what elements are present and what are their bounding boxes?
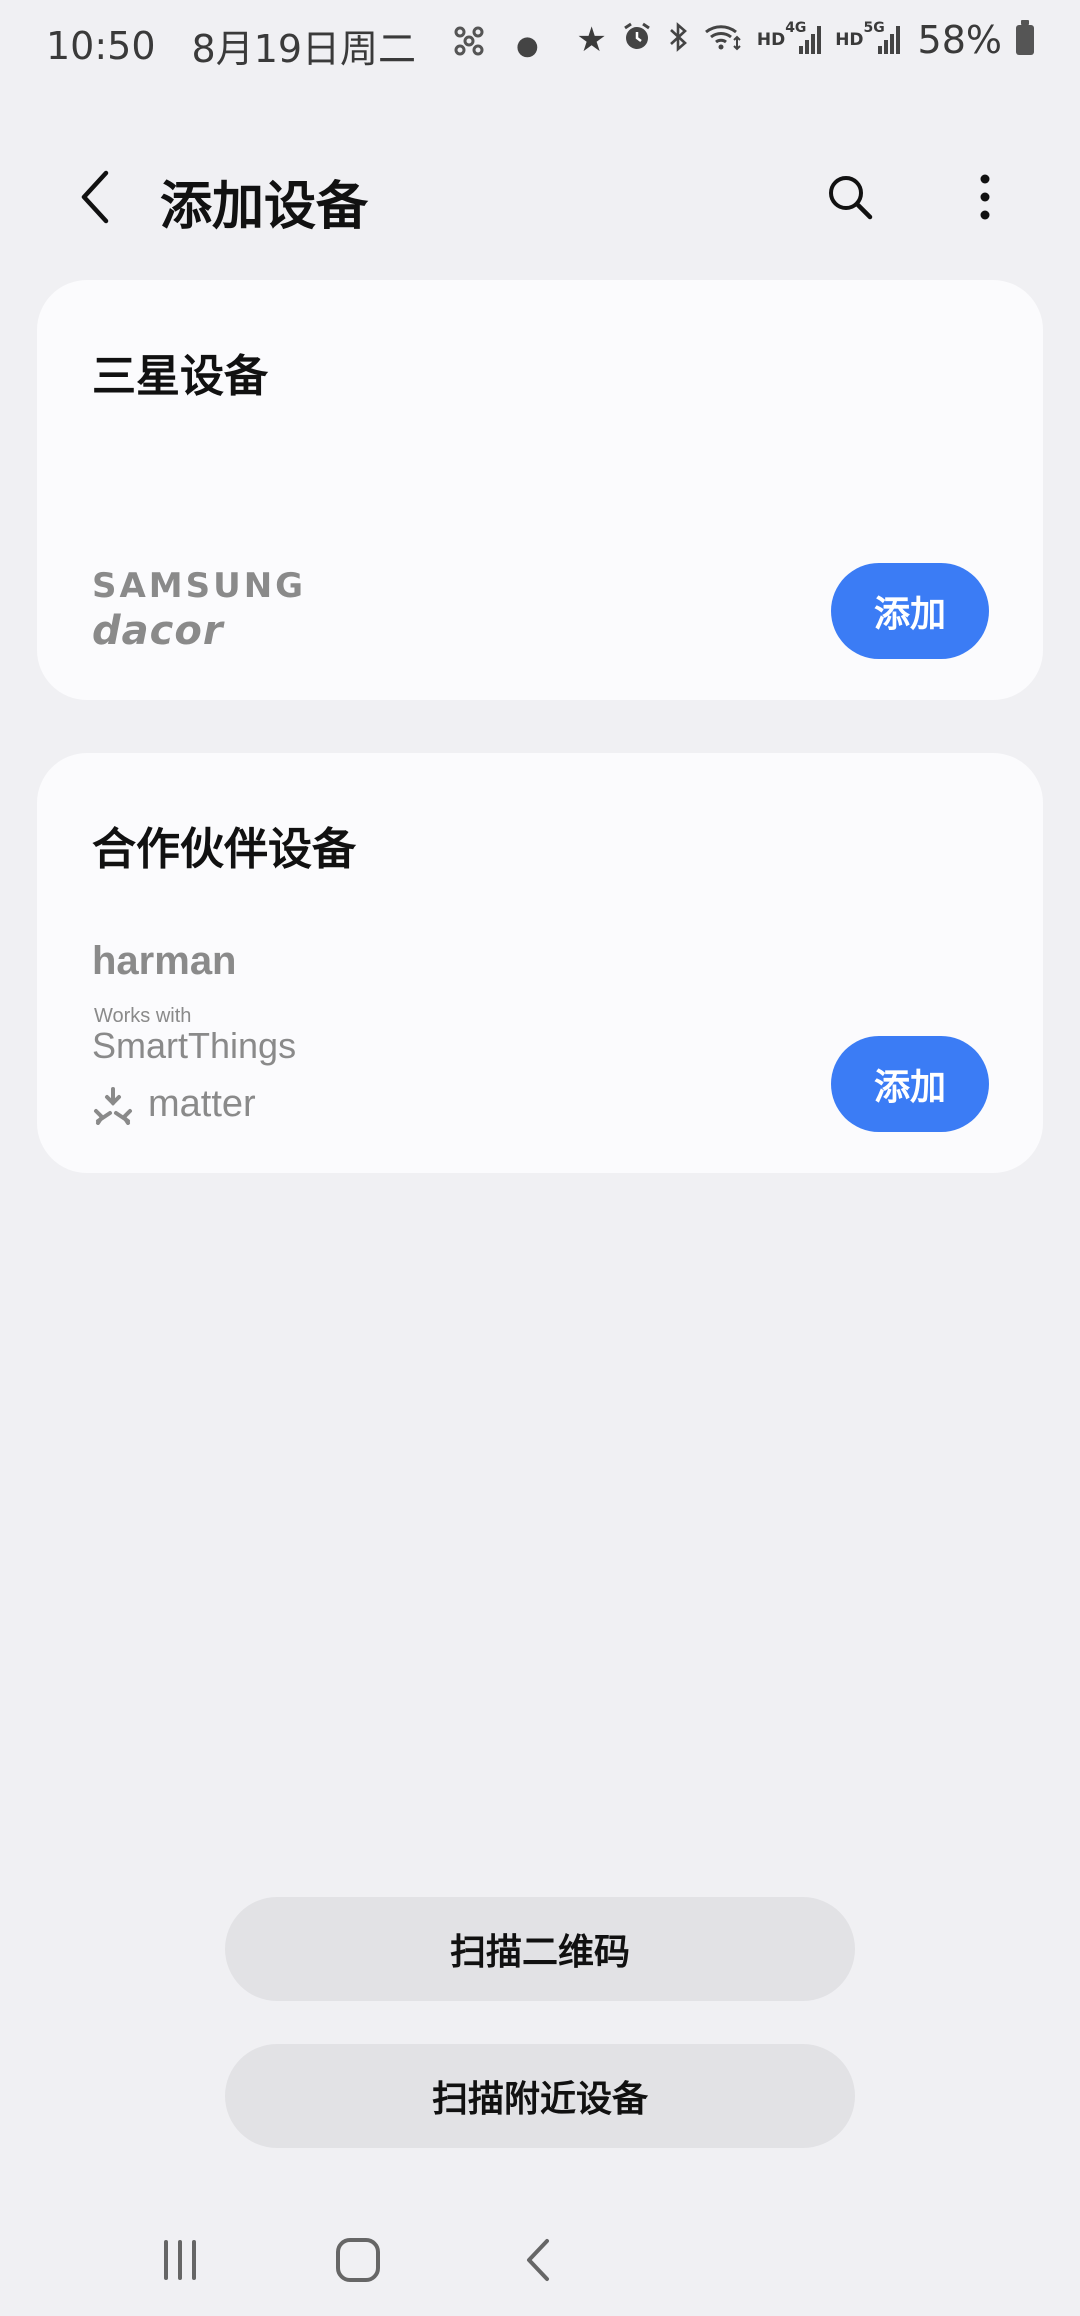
status-left: 10:50 8月19日周二 ●	[46, 18, 539, 73]
recent-apps-button[interactable]	[150, 2230, 210, 2290]
card-title-partner: 合作伙伴设备	[92, 824, 356, 875]
app-header: 添加设备	[0, 140, 1080, 250]
recent-apps-icon	[164, 2240, 196, 2280]
network-4g-label: 4G	[785, 20, 807, 36]
search-button[interactable]	[815, 162, 885, 232]
search-icon	[829, 176, 873, 220]
home-icon	[336, 2238, 380, 2282]
scan-qr-code-button[interactable]: 扫描二维码	[225, 1897, 855, 2001]
home-button[interactable]	[328, 2230, 388, 2290]
matter-logo: matter	[92, 1083, 256, 1126]
battery-icon	[1016, 20, 1034, 55]
hd-icon-2: HD	[835, 30, 864, 50]
alarm-icon	[621, 21, 653, 59]
battery-percent: 58%	[917, 18, 1002, 62]
samsung-logo: SAMSUNG	[92, 566, 307, 606]
network-5g-label: 5G	[863, 20, 885, 36]
bluetooth-icon	[667, 21, 689, 59]
status-date: 8月19日周二	[191, 27, 417, 71]
harman-logo: harman	[92, 939, 237, 983]
star-icon: ★	[576, 20, 607, 60]
dot-icon: ●	[516, 30, 539, 61]
wifi-icon	[703, 21, 743, 59]
signal-4g-icon: 4G	[785, 20, 822, 54]
navigation-bar	[0, 2200, 1080, 2316]
matter-word: matter	[148, 1083, 256, 1125]
dacor-logo: dacor	[92, 608, 224, 654]
add-partner-device-button[interactable]: 添加	[831, 1036, 989, 1132]
back-icon	[527, 2239, 549, 2281]
hd-icon: HD	[756, 30, 786, 50]
add-samsung-device-button[interactable]: 添加	[831, 563, 989, 659]
more-vertical-icon	[980, 174, 990, 220]
status-right: ★ HD 4G HD 5G 58%	[576, 18, 1034, 62]
status-time: 10:50	[46, 23, 156, 68]
samsung-devices-card[interactable]: 三星设备 SAMSUNG dacor 添加	[37, 280, 1043, 700]
fan-icon	[452, 24, 486, 67]
smartthings-logo: SmartThings	[92, 1025, 297, 1066]
more-options-button[interactable]	[950, 162, 1020, 232]
partner-devices-card[interactable]: 合作伙伴设备 harman Works with SmartThings mat…	[37, 753, 1043, 1173]
nav-back-button[interactable]	[508, 2230, 568, 2290]
scan-nearby-devices-button[interactable]: 扫描附近设备	[225, 2044, 855, 2148]
matter-icon	[94, 1086, 132, 1125]
page-title: 添加设备	[160, 177, 369, 237]
signal-5g-icon: 5G	[864, 20, 900, 54]
chevron-left-icon	[81, 170, 109, 224]
status-bar: 10:50 8月19日周二 ● ★ HD 4G HD 5G 58%	[0, 0, 1080, 92]
back-button[interactable]	[60, 162, 130, 232]
card-title-samsung: 三星设备	[92, 351, 268, 402]
